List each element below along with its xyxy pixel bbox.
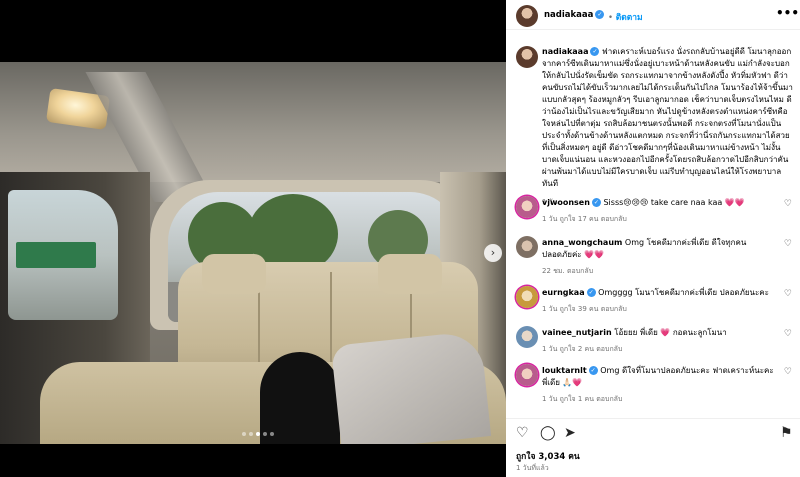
comment-body: Omgggg โมนาโชคดีมากค่ะพี่เดีย ปลอดภัยนะค… <box>598 288 769 297</box>
caption-avatar[interactable] <box>516 46 538 68</box>
carousel-dot <box>242 432 246 436</box>
comment-text: vjwoonsen ✓ Sisss😢😢😢 take care naa kaa 💗💗 <box>542 197 774 209</box>
blanket <box>330 330 492 444</box>
follow-label[interactable]: ติดตาม <box>616 13 643 23</box>
post-media: › <box>0 0 506 477</box>
comment-meta: 1 วัน ถูกใจ 17 คน ตอบกลับ <box>542 214 627 225</box>
commenter-avatar[interactable] <box>516 236 538 258</box>
verified-badge-icon: ✓ <box>590 47 600 56</box>
commenter-avatar[interactable] <box>516 364 538 386</box>
road-sign <box>16 242 96 268</box>
comment-meta: 1 วัน ถูกใจ 1 คน ตอบกลับ <box>542 394 622 405</box>
reply-button[interactable]: ตอบกลับ <box>596 345 622 353</box>
post-username[interactable]: nadiakaaa ✓ <box>544 10 605 20</box>
verified-badge-icon: ✓ <box>588 366 598 375</box>
comment-text: anna_wongchaum Omg โชคดีมากค่ะพี่เดีย ดี… <box>542 237 774 261</box>
comment-text: vainee_nutjarin โอ้ยยย พี่เดีย 💗 กอดนะลู… <box>542 327 774 339</box>
comment-like-count[interactable]: ถูกใจ 2 คน <box>560 345 594 353</box>
post-photo <box>0 62 506 444</box>
heart-icon[interactable]: ♡ <box>516 425 529 441</box>
caption-username[interactable]: nadiakaaa <box>542 47 588 56</box>
more-options-icon[interactable]: ••• <box>776 6 799 20</box>
reply-button[interactable]: ตอบกลับ <box>596 395 622 403</box>
black-bag <box>260 352 340 444</box>
comment-meta: 1 วัน ถูกใจ 39 คน ตอบกลับ <box>542 304 627 315</box>
username-text[interactable]: nadiakaaa <box>544 10 593 20</box>
commenter-avatar[interactable] <box>516 326 538 348</box>
commenter-username[interactable]: vjwoonsen <box>542 198 590 207</box>
comment-heart-icon[interactable]: ♡ <box>784 367 792 377</box>
carousel-dot <box>256 432 260 436</box>
reply-button[interactable]: ตอบกลับ <box>601 215 627 223</box>
reply-button[interactable]: ตอบกลับ <box>601 305 627 313</box>
comment-timestamp: 1 วัน <box>542 395 558 403</box>
verified-badge-icon: ✓ <box>586 288 596 297</box>
like-count[interactable]: ถูกใจ 3,034 คน <box>516 449 580 463</box>
share-icon[interactable]: ➤ <box>564 425 576 441</box>
post-age: 1 วันที่แล้ว <box>516 464 549 472</box>
comment-like-count[interactable]: ถูกใจ 39 คน <box>560 305 599 313</box>
verified-badge-icon: ✓ <box>591 198 601 207</box>
avatar[interactable] <box>516 5 538 27</box>
carousel-dots <box>242 432 274 436</box>
follow-button[interactable]: • ติดตาม <box>608 10 643 24</box>
verified-badge-icon: ✓ <box>595 10 605 19</box>
comment-like-count[interactable]: ถูกใจ 17 คน <box>560 215 599 223</box>
comment-timestamp: 1 วัน <box>542 215 558 223</box>
chevron-right-icon[interactable]: › <box>484 244 502 262</box>
caption-text: ฟาดเคราะห์เบอร์แรง นั่งรถกลับบ้านอยู่ดีด… <box>542 47 793 188</box>
comment-like-count[interactable]: ถูกใจ 1 คน <box>560 395 594 403</box>
headrest <box>378 254 442 294</box>
comment-heart-icon[interactable]: ♡ <box>784 329 792 339</box>
post-actions: ♡ ◯ ➤ ⚑ ถูกใจ 3,034 คน 1 วันที่แล้ว <box>506 418 800 477</box>
comment-heart-icon[interactable]: ♡ <box>784 239 792 249</box>
comment-timestamp: 1 วัน <box>542 305 558 313</box>
comment-timestamp: 22 ชม. <box>542 267 565 275</box>
comment-body: โอ้ยยย พี่เดีย 💗 กอดนะลูกโมนา <box>614 328 727 337</box>
comment-heart-icon[interactable]: ♡ <box>784 199 792 209</box>
comment-text: louktarnlt ✓ Omg ดีใจที่โมนาปลอดภัยนะคะ ฟ… <box>542 365 774 389</box>
comment-body: Sisss😢😢😢 take care naa kaa 💗💗 <box>603 198 745 207</box>
carousel-dot <box>249 432 253 436</box>
comment-text: eurngkaa ✓ Omgggg โมนาโชคดีมากค่ะพี่เดีย … <box>542 287 774 299</box>
carousel-dot <box>270 432 274 436</box>
reply-button[interactable]: ตอบกลับ <box>567 267 593 275</box>
post-caption: nadiakaaa ✓ ฟาดเคราะห์เบอร์แรง นั่งรถกลับ… <box>542 46 794 208</box>
comment-icon[interactable]: ◯ <box>540 425 556 441</box>
commenter-avatar[interactable] <box>516 286 538 308</box>
commenter-username[interactable]: vainee_nutjarin <box>542 328 612 337</box>
comment-meta: 22 ชม. ตอบกลับ <box>542 266 593 277</box>
carousel-dot <box>263 432 267 436</box>
commenter-avatar[interactable] <box>516 196 538 218</box>
post-details-panel: nadiakaaa ✓ • ติดตาม ••• nadiakaaa ✓ ฟาดเค… <box>506 0 800 477</box>
bookmark-icon[interactable]: ⚑ <box>780 425 793 441</box>
headrest <box>202 254 266 294</box>
comment-meta: 1 วัน ถูกใจ 2 คน ตอบกลับ <box>542 344 622 355</box>
commenter-username[interactable]: anna_wongchaum <box>542 238 622 247</box>
commenter-username[interactable]: louktarnlt <box>542 366 587 375</box>
commenter-username[interactable]: eurngkaa <box>542 288 585 297</box>
comment-timestamp: 1 วัน <box>542 345 558 353</box>
comment-heart-icon[interactable]: ♡ <box>784 289 792 299</box>
post-header: nadiakaaa ✓ • ติดตาม ••• <box>506 0 800 30</box>
